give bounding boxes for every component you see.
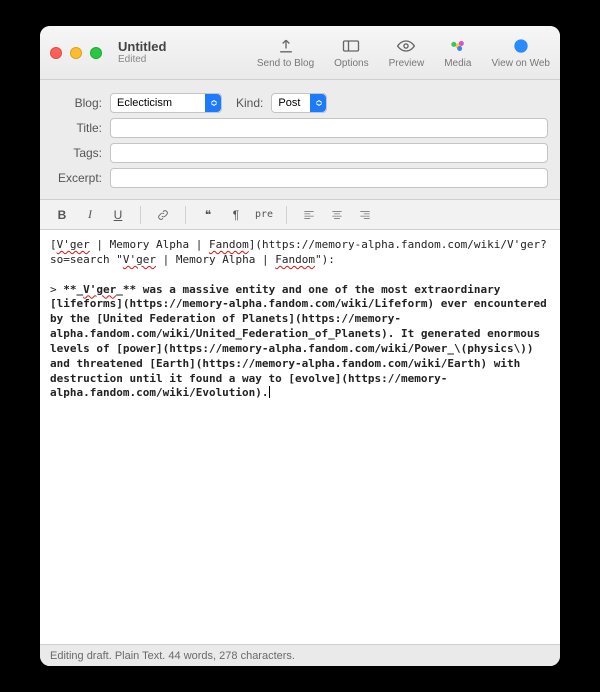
- blockquote-button[interactable]: ❝: [196, 204, 220, 226]
- window-title: Untitled Edited: [118, 40, 166, 65]
- align-center-button[interactable]: [325, 204, 349, 226]
- chevron-updown-icon: [205, 94, 221, 112]
- window-controls: [50, 47, 102, 59]
- excerpt-input[interactable]: [110, 168, 548, 188]
- excerpt-label: Excerpt:: [52, 171, 102, 185]
- blog-value: Eclecticism: [117, 97, 172, 109]
- close-button[interactable]: [50, 47, 62, 59]
- options-button[interactable]: Options: [334, 36, 368, 69]
- preview-button[interactable]: Preview: [389, 36, 425, 69]
- italic-button[interactable]: I: [78, 204, 102, 226]
- blog-label: Blog:: [52, 96, 102, 110]
- bold-button[interactable]: B: [50, 204, 74, 226]
- kind-value: Post: [278, 97, 300, 109]
- link-icon: [156, 208, 170, 222]
- tags-label: Tags:: [52, 146, 102, 160]
- paragraph-button[interactable]: ¶: [224, 204, 248, 226]
- format-toolbar: B I U ❝ ¶ pre: [40, 200, 560, 230]
- align-left-button[interactable]: [297, 204, 321, 226]
- app-window: Untitled Edited Send to Blog Options Pre…: [40, 26, 560, 666]
- preformatted-button[interactable]: pre: [252, 204, 276, 226]
- title-label: Title:: [52, 121, 102, 135]
- minimize-button[interactable]: [70, 47, 82, 59]
- align-right-button[interactable]: [353, 204, 377, 226]
- underline-button[interactable]: U: [106, 204, 130, 226]
- separator: [185, 206, 186, 224]
- media-button[interactable]: Media: [444, 36, 471, 69]
- toolbar-actions: Send to Blog Options Preview Media: [257, 36, 550, 69]
- spellcheck-mark: V'ger: [83, 283, 116, 296]
- spellcheck-mark: V'ger: [57, 238, 90, 251]
- align-right-icon: [358, 208, 372, 222]
- status-bar: Editing draft. Plain Text. 44 words, 278…: [40, 644, 560, 666]
- text-cursor: [269, 386, 270, 398]
- spellcheck-mark: V'ger: [123, 253, 156, 266]
- document-subtitle: Edited: [118, 54, 166, 65]
- send-to-blog-button[interactable]: Send to Blog: [257, 36, 314, 69]
- spellcheck-mark: Fandom: [209, 238, 249, 251]
- status-text: Editing draft. Plain Text. 44 words, 278…: [50, 650, 295, 662]
- tags-input[interactable]: [110, 143, 548, 163]
- blog-select[interactable]: Eclecticism: [110, 93, 222, 113]
- media-icon: [448, 36, 468, 56]
- link-button[interactable]: [151, 204, 175, 226]
- zoom-button[interactable]: [90, 47, 102, 59]
- eye-icon: [396, 36, 416, 56]
- view-on-web-button[interactable]: View on Web: [491, 36, 550, 69]
- title-input[interactable]: [110, 118, 548, 138]
- separator: [286, 206, 287, 224]
- title-bar: Untitled Edited Send to Blog Options Pre…: [40, 26, 560, 80]
- safari-icon: [511, 36, 531, 56]
- chevron-updown-icon: [310, 94, 326, 112]
- document-title: Untitled: [118, 40, 166, 54]
- upload-icon: [276, 36, 296, 56]
- align-center-icon: [330, 208, 344, 222]
- separator: [140, 206, 141, 224]
- options-icon: [341, 36, 361, 56]
- kind-select[interactable]: Post: [271, 93, 327, 113]
- kind-label: Kind:: [236, 96, 263, 110]
- align-left-icon: [302, 208, 316, 222]
- post-form: Blog: Eclecticism Kind: Post Title: Tags…: [40, 80, 560, 200]
- editor-textarea[interactable]: [V'ger | Memory Alpha | Fandom](https://…: [40, 230, 560, 644]
- spellcheck-mark: Fandom: [275, 253, 315, 266]
